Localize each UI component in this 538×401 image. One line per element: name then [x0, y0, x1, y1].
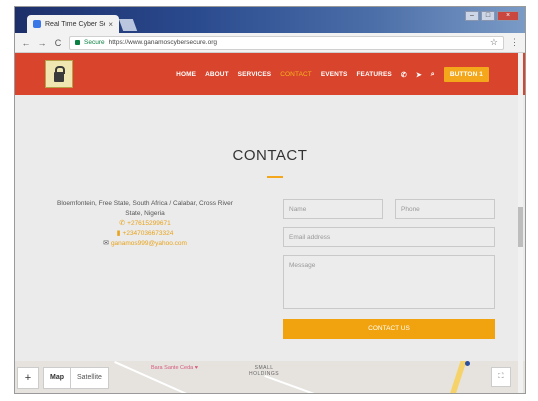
button-1[interactable]: BUTTON 1 [443, 67, 489, 82]
fullscreen-icon[interactable]: ⛶ [491, 367, 511, 387]
zoom-in-button[interactable]: + [17, 367, 39, 389]
email-link: ganamos999@yahoo.com [110, 240, 187, 247]
phone-icon: ✆ [119, 220, 126, 227]
search-icon[interactable]: ⌕ [431, 71, 435, 79]
area-line-2: HOLDINGS [249, 371, 280, 377]
scrollbar-thumb[interactable] [518, 207, 523, 247]
send-icon[interactable]: ➤ [416, 71, 422, 79]
email-field[interactable]: Email address [283, 227, 495, 247]
phone-2: +2347036673324 [122, 230, 174, 237]
poi-text: Bara Sante Ceda [151, 365, 194, 371]
browser-window: Real Time Cyber Securit × – □ × ← → C Se… [14, 6, 526, 394]
minimize-icon[interactable]: – [465, 11, 479, 21]
map-controls: + Map Satellite [17, 367, 109, 389]
title-underline [267, 176, 283, 178]
browser-menu-icon[interactable]: ⋮ [510, 37, 519, 48]
browser-tab-strip: Real Time Cyber Securit × – □ × [15, 7, 525, 33]
map-poi-label[interactable]: Bara Sante Ceda ♥ [151, 365, 198, 371]
tab-title: Real Time Cyber Securit [45, 20, 105, 28]
phone-line-2[interactable]: ▮ +2347036673324 [55, 229, 235, 239]
nav-services[interactable]: SERVICES [238, 71, 272, 78]
phone-icon[interactable]: ✆ [401, 71, 407, 79]
site-logo[interactable] [45, 60, 73, 88]
nav-contact[interactable]: CONTACT [280, 71, 312, 78]
message-field[interactable]: Message [283, 255, 495, 309]
url-text: https://www.ganamoscybersecure.org [108, 39, 217, 46]
nav-home[interactable]: HOME [176, 71, 196, 78]
phone-1: +27615299671 [127, 220, 171, 227]
phone-line-1[interactable]: ✆ +27615299671 [55, 219, 235, 229]
address-bar[interactable]: Secure https://www.ganamoscybersecure.or… [69, 35, 504, 50]
browser-toolbar: ← → C Secure https://www.ganamoscybersec… [15, 33, 525, 53]
contact-info: Bloemfontein, Free State, South Africa /… [55, 199, 235, 249]
nav-about[interactable]: ABOUT [205, 71, 229, 78]
map-road [264, 375, 369, 393]
address-text: Bloemfontein, Free State, South Africa /… [57, 200, 233, 217]
browser-tab[interactable]: Real Time Cyber Securit × [27, 15, 119, 33]
new-tab-button[interactable] [118, 19, 138, 31]
nav-features[interactable]: FEATURES [356, 71, 391, 78]
bookmark-star-icon[interactable]: ☆ [490, 37, 498, 48]
phone-field[interactable]: Phone [395, 199, 495, 219]
map-type-satellite[interactable]: Satellite [71, 367, 109, 389]
email-line[interactable]: ✉ ganamos999@yahoo.com [55, 239, 235, 249]
map-type-map[interactable]: Map [43, 367, 71, 389]
mobile-icon: ▮ [116, 230, 121, 237]
main-nav: HOME ABOUT SERVICES CONTACT EVENTS FEATU… [176, 67, 489, 82]
section-title: CONTACT [232, 147, 308, 164]
map-road [449, 361, 467, 393]
contact-section: CONTACT Bloemfontein, Free State, South … [15, 95, 525, 361]
map-pin-icon: ♥ [194, 365, 198, 371]
envelope-icon: ✉ [103, 240, 109, 247]
back-arrow-icon[interactable]: ← [21, 38, 31, 48]
map-area-label: SMALL HOLDINGS [249, 365, 279, 377]
window-controls: – □ × [465, 11, 519, 21]
reload-icon[interactable]: C [53, 38, 63, 48]
secure-label: Secure [84, 39, 105, 46]
forward-arrow-icon[interactable]: → [37, 38, 47, 48]
padlock-logo-icon [54, 66, 65, 82]
nav-events[interactable]: EVENTS [321, 71, 348, 78]
contact-us-button[interactable]: CONTACT US [283, 319, 495, 339]
site-header: HOME ABOUT SERVICES CONTACT EVENTS FEATU… [15, 53, 525, 95]
tab-close-icon[interactable]: × [108, 20, 113, 29]
name-field[interactable]: Name [283, 199, 383, 219]
close-window-icon[interactable]: × [497, 11, 519, 21]
secure-lock-icon [75, 40, 80, 45]
map-marker-icon[interactable] [465, 361, 470, 366]
favicon-icon [33, 20, 41, 28]
maximize-icon[interactable]: □ [481, 11, 495, 21]
